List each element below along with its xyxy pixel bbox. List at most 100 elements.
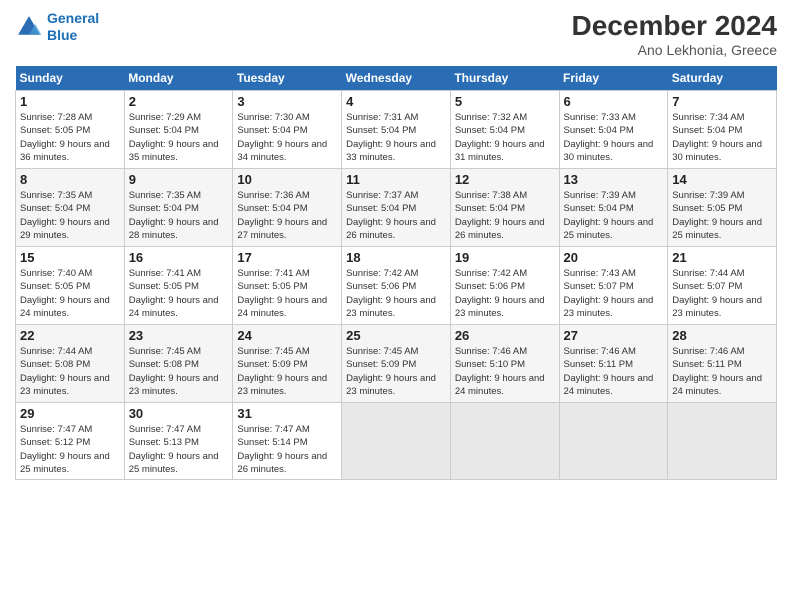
table-row: 14 Sunrise: 7:39 AMSunset: 5:05 PMDaylig… — [668, 169, 777, 247]
day-number: 22 — [20, 328, 120, 343]
day-info: Sunrise: 7:43 AMSunset: 5:07 PMDaylight:… — [564, 268, 654, 319]
day-info: Sunrise: 7:33 AMSunset: 5:04 PMDaylight:… — [564, 112, 654, 163]
table-row: 8 Sunrise: 7:35 AMSunset: 5:04 PMDayligh… — [16, 169, 125, 247]
day-number: 17 — [237, 250, 337, 265]
table-row: 19 Sunrise: 7:42 AMSunset: 5:06 PMDaylig… — [450, 247, 559, 325]
table-row: 12 Sunrise: 7:38 AMSunset: 5:04 PMDaylig… — [450, 169, 559, 247]
calendar-week-row: 8 Sunrise: 7:35 AMSunset: 5:04 PMDayligh… — [16, 169, 777, 247]
table-row: 5 Sunrise: 7:32 AMSunset: 5:04 PMDayligh… — [450, 91, 559, 169]
col-saturday: Saturday — [668, 66, 777, 91]
day-number: 4 — [346, 94, 446, 109]
day-number: 14 — [672, 172, 772, 187]
day-info: Sunrise: 7:45 AMSunset: 5:09 PMDaylight:… — [237, 346, 327, 397]
day-number: 11 — [346, 172, 446, 187]
logo-text: General Blue — [47, 10, 99, 44]
table-row: 25 Sunrise: 7:45 AMSunset: 5:09 PMDaylig… — [342, 325, 451, 403]
day-number: 23 — [129, 328, 229, 343]
day-info: Sunrise: 7:39 AMSunset: 5:05 PMDaylight:… — [672, 190, 762, 241]
calendar-week-row: 22 Sunrise: 7:44 AMSunset: 5:08 PMDaylig… — [16, 325, 777, 403]
day-info: Sunrise: 7:40 AMSunset: 5:05 PMDaylight:… — [20, 268, 110, 319]
table-row: 7 Sunrise: 7:34 AMSunset: 5:04 PMDayligh… — [668, 91, 777, 169]
table-row: 2 Sunrise: 7:29 AMSunset: 5:04 PMDayligh… — [124, 91, 233, 169]
day-info: Sunrise: 7:38 AMSunset: 5:04 PMDaylight:… — [455, 190, 545, 241]
logo-icon — [15, 13, 43, 41]
day-number: 21 — [672, 250, 772, 265]
table-row: 20 Sunrise: 7:43 AMSunset: 5:07 PMDaylig… — [559, 247, 668, 325]
table-row: 10 Sunrise: 7:36 AMSunset: 5:04 PMDaylig… — [233, 169, 342, 247]
page-container: General Blue December 2024 Ano Lekhonia,… — [0, 0, 792, 490]
calendar-week-row: 15 Sunrise: 7:40 AMSunset: 5:05 PMDaylig… — [16, 247, 777, 325]
table-row: 27 Sunrise: 7:46 AMSunset: 5:11 PMDaylig… — [559, 325, 668, 403]
day-number: 2 — [129, 94, 229, 109]
day-number: 24 — [237, 328, 337, 343]
day-number: 1 — [20, 94, 120, 109]
table-row: 17 Sunrise: 7:41 AMSunset: 5:05 PMDaylig… — [233, 247, 342, 325]
day-info: Sunrise: 7:36 AMSunset: 5:04 PMDaylight:… — [237, 190, 327, 241]
table-row: 23 Sunrise: 7:45 AMSunset: 5:08 PMDaylig… — [124, 325, 233, 403]
day-number: 28 — [672, 328, 772, 343]
day-info: Sunrise: 7:35 AMSunset: 5:04 PMDaylight:… — [20, 190, 110, 241]
day-info: Sunrise: 7:46 AMSunset: 5:10 PMDaylight:… — [455, 346, 545, 397]
col-friday: Friday — [559, 66, 668, 91]
table-row: 21 Sunrise: 7:44 AMSunset: 5:07 PMDaylig… — [668, 247, 777, 325]
day-info: Sunrise: 7:34 AMSunset: 5:04 PMDaylight:… — [672, 112, 762, 163]
table-row: 30 Sunrise: 7:47 AMSunset: 5:13 PMDaylig… — [124, 403, 233, 480]
day-number: 5 — [455, 94, 555, 109]
day-number: 3 — [237, 94, 337, 109]
page-subtitle: Ano Lekhonia, Greece — [572, 42, 777, 58]
table-row: 31 Sunrise: 7:47 AMSunset: 5:14 PMDaylig… — [233, 403, 342, 480]
calendar-table: Sunday Monday Tuesday Wednesday Thursday… — [15, 66, 777, 480]
page-title: December 2024 — [572, 10, 777, 42]
table-row: 16 Sunrise: 7:41 AMSunset: 5:05 PMDaylig… — [124, 247, 233, 325]
table-row: 24 Sunrise: 7:45 AMSunset: 5:09 PMDaylig… — [233, 325, 342, 403]
day-info: Sunrise: 7:47 AMSunset: 5:14 PMDaylight:… — [237, 424, 327, 475]
day-number: 27 — [564, 328, 664, 343]
day-number: 31 — [237, 406, 337, 421]
day-number: 26 — [455, 328, 555, 343]
table-row: 22 Sunrise: 7:44 AMSunset: 5:08 PMDaylig… — [16, 325, 125, 403]
calendar-week-row: 29 Sunrise: 7:47 AMSunset: 5:12 PMDaylig… — [16, 403, 777, 480]
col-thursday: Thursday — [450, 66, 559, 91]
table-row: 9 Sunrise: 7:35 AMSunset: 5:04 PMDayligh… — [124, 169, 233, 247]
table-row: 1 Sunrise: 7:28 AMSunset: 5:05 PMDayligh… — [16, 91, 125, 169]
day-info: Sunrise: 7:46 AMSunset: 5:11 PMDaylight:… — [564, 346, 654, 397]
col-sunday: Sunday — [16, 66, 125, 91]
day-info: Sunrise: 7:46 AMSunset: 5:11 PMDaylight:… — [672, 346, 762, 397]
table-row: 26 Sunrise: 7:46 AMSunset: 5:10 PMDaylig… — [450, 325, 559, 403]
table-row: 11 Sunrise: 7:37 AMSunset: 5:04 PMDaylig… — [342, 169, 451, 247]
day-info: Sunrise: 7:41 AMSunset: 5:05 PMDaylight:… — [237, 268, 327, 319]
day-number: 12 — [455, 172, 555, 187]
table-row: 4 Sunrise: 7:31 AMSunset: 5:04 PMDayligh… — [342, 91, 451, 169]
day-number: 20 — [564, 250, 664, 265]
day-info: Sunrise: 7:31 AMSunset: 5:04 PMDaylight:… — [346, 112, 436, 163]
page-header: General Blue December 2024 Ano Lekhonia,… — [15, 10, 777, 58]
day-number: 19 — [455, 250, 555, 265]
day-info: Sunrise: 7:47 AMSunset: 5:13 PMDaylight:… — [129, 424, 219, 475]
day-info: Sunrise: 7:41 AMSunset: 5:05 PMDaylight:… — [129, 268, 219, 319]
table-row: 3 Sunrise: 7:30 AMSunset: 5:04 PMDayligh… — [233, 91, 342, 169]
day-info: Sunrise: 7:28 AMSunset: 5:05 PMDaylight:… — [20, 112, 110, 163]
day-number: 18 — [346, 250, 446, 265]
table-row — [559, 403, 668, 480]
table-row: 29 Sunrise: 7:47 AMSunset: 5:12 PMDaylig… — [16, 403, 125, 480]
day-info: Sunrise: 7:44 AMSunset: 5:08 PMDaylight:… — [20, 346, 110, 397]
day-info: Sunrise: 7:45 AMSunset: 5:08 PMDaylight:… — [129, 346, 219, 397]
day-info: Sunrise: 7:30 AMSunset: 5:04 PMDaylight:… — [237, 112, 327, 163]
day-number: 6 — [564, 94, 664, 109]
day-info: Sunrise: 7:47 AMSunset: 5:12 PMDaylight:… — [20, 424, 110, 475]
day-number: 16 — [129, 250, 229, 265]
day-info: Sunrise: 7:35 AMSunset: 5:04 PMDaylight:… — [129, 190, 219, 241]
day-info: Sunrise: 7:44 AMSunset: 5:07 PMDaylight:… — [672, 268, 762, 319]
table-row: 6 Sunrise: 7:33 AMSunset: 5:04 PMDayligh… — [559, 91, 668, 169]
day-number: 7 — [672, 94, 772, 109]
day-info: Sunrise: 7:45 AMSunset: 5:09 PMDaylight:… — [346, 346, 436, 397]
title-block: December 2024 Ano Lekhonia, Greece — [572, 10, 777, 58]
day-number: 15 — [20, 250, 120, 265]
table-row — [668, 403, 777, 480]
calendar-week-row: 1 Sunrise: 7:28 AMSunset: 5:05 PMDayligh… — [16, 91, 777, 169]
day-number: 10 — [237, 172, 337, 187]
day-info: Sunrise: 7:37 AMSunset: 5:04 PMDaylight:… — [346, 190, 436, 241]
logo: General Blue — [15, 10, 99, 44]
table-row: 15 Sunrise: 7:40 AMSunset: 5:05 PMDaylig… — [16, 247, 125, 325]
day-number: 13 — [564, 172, 664, 187]
